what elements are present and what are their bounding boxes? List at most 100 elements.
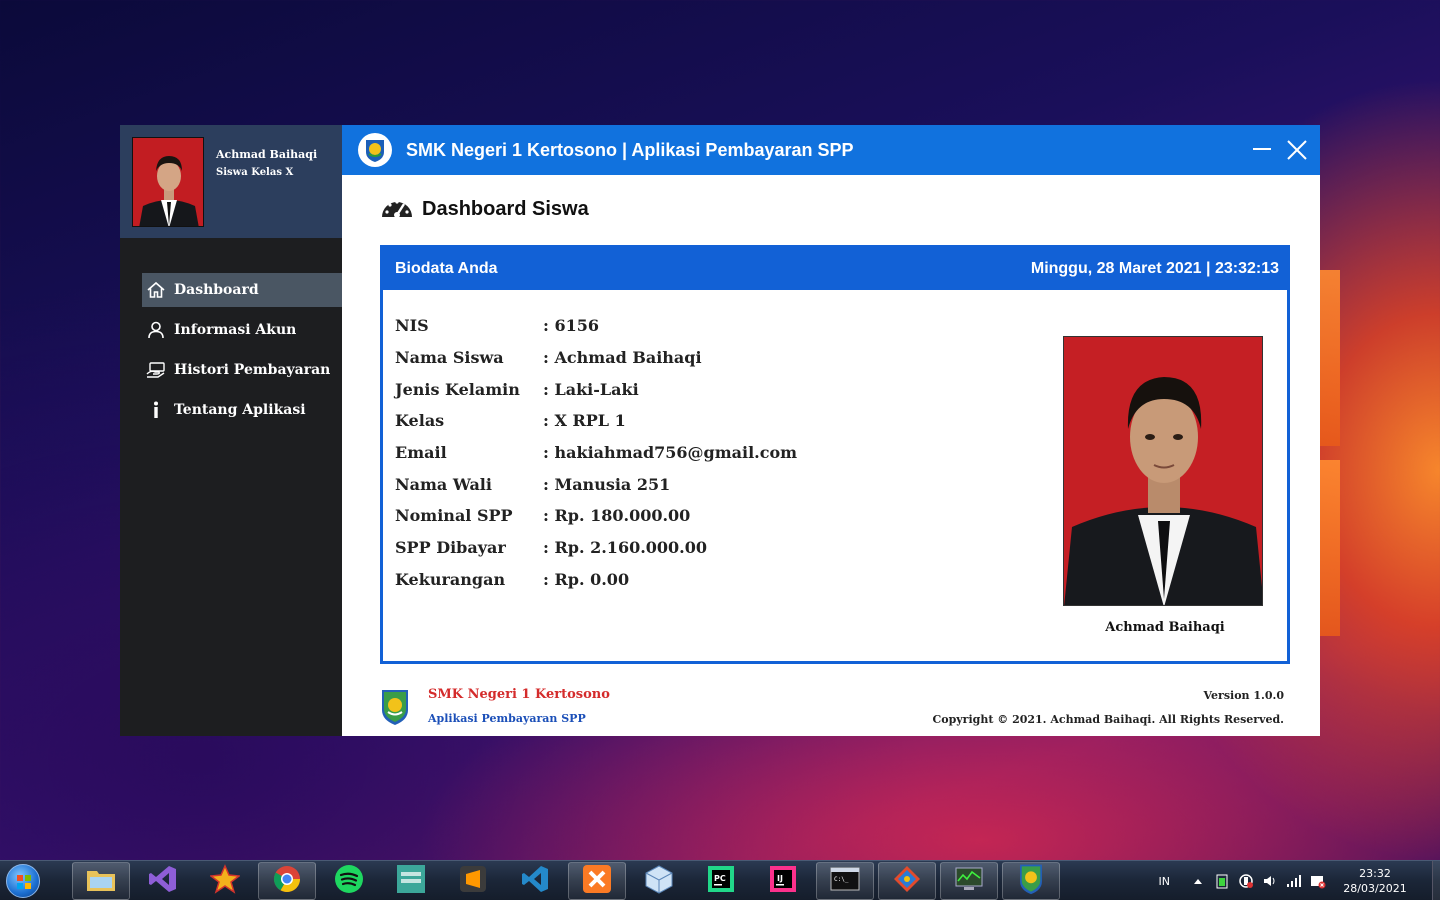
taskbar-xampp[interactable] — [568, 861, 626, 900]
svg-text:PC: PC — [714, 874, 726, 883]
intellij-icon: IJ — [768, 864, 798, 898]
wallpaper-light-pane-bottom — [1320, 460, 1340, 636]
vscode-icon — [520, 864, 550, 898]
clock-time: 23:32 — [1359, 867, 1391, 880]
minimize-button[interactable] — [1247, 135, 1277, 165]
xampp-icon — [582, 864, 612, 898]
security-icon[interactable] — [1237, 872, 1255, 890]
user-icon — [146, 320, 166, 340]
task-manager-icon — [954, 866, 984, 896]
biodata-list: NIS : 6156 Nama Siswa : Achmad Baihaqi Jen… — [395, 310, 797, 595]
taskbar-visual-studio[interactable] — [134, 862, 192, 900]
biodata-card: Biodata Anda Minggu, 28 Maret 2021 | 23:… — [380, 245, 1290, 664]
bio-label: NIS — [395, 316, 429, 336]
taskbar-git[interactable] — [878, 861, 936, 900]
datetime-label: Minggu, 28 Maret 2021 | 23:32:13 — [1030, 260, 1279, 277]
bio-value: : Achmad Baihaqi — [543, 348, 702, 368]
taskbar: PC IJ C:\_ IN 23:32 28/03/2021 — [0, 860, 1440, 900]
bio-row-jenis-kelamin: Jenis Kelamin : Laki-Laki — [395, 373, 797, 405]
taskbar-pycharm[interactable]: PC — [692, 862, 750, 900]
sidebar-item-informasi-akun[interactable]: Informasi Akun — [142, 313, 342, 347]
sublime-text-icon — [458, 864, 488, 898]
sidebar-item-label: Histori Pembayaran — [174, 362, 331, 378]
taskbar-task-manager[interactable] — [940, 861, 998, 900]
show-hidden-icons-icon[interactable] — [1189, 872, 1207, 890]
taskbar-virtualbox[interactable] — [630, 862, 688, 900]
bio-row-kelas: Kelas: X RPL 1 — [395, 405, 797, 437]
show-desktop-button[interactable] — [1432, 861, 1440, 900]
bio-label: Jenis Kelamin — [395, 379, 520, 399]
taskbar-sublime-text[interactable] — [444, 862, 502, 900]
taskbar-terminal[interactable]: C:\_ — [816, 861, 874, 900]
home-icon — [146, 280, 166, 300]
profile-role: Siswa Kelas X — [216, 167, 294, 178]
avatar — [132, 137, 204, 227]
windows-logo-icon — [6, 863, 40, 898]
page-title: Dashboard Siswa — [422, 197, 589, 220]
photo-caption: Achmad Baihaqi — [1105, 620, 1225, 635]
bio-value: : Manusia 251 — [543, 474, 671, 494]
taskbar-vscode[interactable] — [506, 862, 564, 900]
sidebar-item-histori-pembayaran[interactable]: Histori Pembayaran — [142, 353, 342, 387]
sidebar-item-tentang-aplikasi[interactable]: Tentang Aplikasi — [142, 393, 342, 427]
footer-school-logo-icon — [380, 688, 410, 730]
taskbar-chrome[interactable] — [258, 861, 316, 900]
bio-value: : Rp. 180.000.00 — [543, 506, 691, 526]
clock[interactable]: 23:32 28/03/2021 — [1330, 866, 1420, 896]
taskbar-spotify[interactable] — [320, 862, 378, 900]
bio-row-nama-wali: Nama Wali : Manusia 251 — [395, 468, 797, 500]
action-center-icon[interactable] — [1309, 872, 1327, 890]
pycharm-icon: PC — [706, 864, 736, 898]
info-icon — [146, 400, 166, 420]
chrome-icon — [272, 864, 302, 898]
svg-text:IJ: IJ — [777, 874, 783, 883]
sidebar: Achmad Baihaqi Siswa Kelas X Dashboard I… — [120, 125, 342, 736]
sidebar-item-label: Tentang Aplikasi — [174, 402, 306, 418]
bio-row-nama-siswa: Nama Siswa : Achmad Baihaqi — [395, 342, 797, 374]
wallpaper-light-pane-top — [1320, 270, 1340, 446]
terminal-icon: C:\_ — [830, 867, 860, 895]
visual-studio-icon — [148, 864, 178, 898]
language-indicator[interactable]: IN — [1159, 875, 1170, 888]
volume-icon[interactable] — [1261, 872, 1279, 890]
bio-label: Kelas — [395, 411, 445, 431]
close-button[interactable] — [1282, 135, 1312, 165]
taskbar-star-app[interactable] — [196, 862, 254, 900]
app-title: SMK Negeri 1 Kertosono | Aplikasi Pembay… — [406, 139, 854, 160]
sidebar-item-label: Informasi Akun — [174, 322, 297, 338]
system-tray: IN 23:32 28/03/2021 — [1159, 861, 1440, 900]
sidebar-item-label: Dashboard — [174, 282, 259, 298]
sidebar-nav: Dashboard Informasi Akun Histori Pembaya… — [120, 273, 342, 427]
bio-label: Nama Wali — [395, 474, 492, 494]
bio-label: Email — [395, 443, 447, 463]
bio-value: : Rp. 0.00 — [543, 569, 630, 589]
star-app-icon — [209, 863, 241, 898]
spotify-icon — [334, 864, 364, 898]
profile-panel: Achmad Baihaqi Siswa Kelas X — [120, 125, 342, 238]
profile-name: Achmad Baihaqi — [216, 148, 318, 161]
bio-value: : Laki-Laki — [543, 379, 639, 399]
app-window: Achmad Baihaqi Siswa Kelas X Dashboard I… — [120, 125, 1320, 736]
bio-row-nis: NIS : 6156 — [395, 310, 797, 342]
sidebar-item-dashboard[interactable]: Dashboard — [142, 273, 342, 307]
start-button[interactable] — [0, 861, 46, 900]
taskbar-file-explorer[interactable] — [72, 861, 130, 900]
taskbar-intellij[interactable]: IJ — [754, 862, 812, 900]
bio-value: : hakiahmad756@gmail.com — [543, 443, 798, 463]
bio-value: : 6156 — [543, 316, 600, 336]
main-panel: SMK Negeri 1 Kertosono | Aplikasi Pembay… — [342, 125, 1320, 736]
page-header: Dashboard Siswa — [380, 193, 589, 225]
taskbar-android-studio[interactable] — [382, 862, 440, 900]
speedometer-icon — [380, 193, 414, 225]
bio-label: Kekurangan — [395, 569, 506, 589]
bio-row-spp-dibayar: SPP Dibayar: Rp. 2.160.000.00 — [395, 532, 797, 564]
network-icon[interactable] — [1285, 872, 1303, 890]
payment-hand-icon — [146, 360, 166, 380]
bio-label: Nama Siswa — [395, 348, 504, 368]
bio-row-nominal-spp: Nominal SPP: Rp. 180.000.00 — [395, 500, 797, 532]
android-studio-icon — [396, 864, 426, 898]
git-icon — [892, 864, 922, 898]
battery-icon[interactable] — [1213, 872, 1231, 890]
taskbar-spp-app[interactable] — [1002, 861, 1060, 900]
bio-row-email: Email : hakiahmad756@gmail.com — [395, 437, 797, 469]
